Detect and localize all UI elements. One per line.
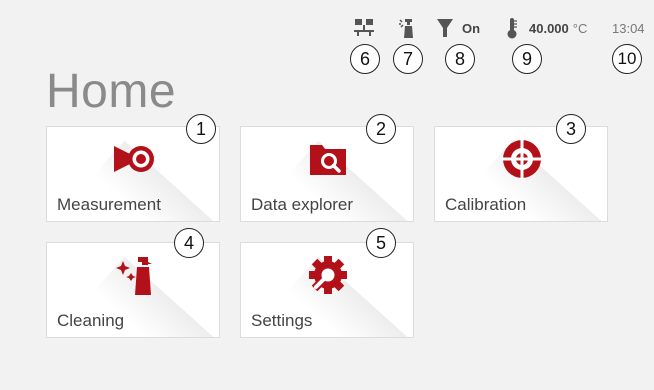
callout-5: 5 (366, 228, 396, 258)
tile-label: Settings (251, 311, 313, 330)
pump-state-text: On (462, 20, 481, 36)
network-icon (354, 19, 374, 36)
cleaning-spray-icon (399, 19, 413, 38)
temperature-status[interactable]: 40.000 °C (505, 16, 587, 40)
callout-6: 6 (350, 44, 380, 74)
data-explorer-icon (310, 145, 346, 175)
tile-label: Data explorer (251, 195, 354, 214)
callout-10: 10 (612, 44, 642, 74)
tile-label: Cleaning (57, 311, 125, 330)
callout-3: 3 (556, 114, 586, 144)
clock: 13:04 (612, 16, 645, 40)
thermometer-icon (507, 18, 517, 39)
network-status[interactable] (353, 16, 375, 40)
tile-settings[interactable]: Settings (240, 242, 414, 338)
temperature-value: 40.000 (529, 20, 569, 36)
status-bar: On 40.000 °C 13:04 (0, 0, 654, 70)
calibration-icon (502, 139, 542, 179)
callout-8: 8 (445, 44, 475, 74)
temperature-unit: °C (572, 20, 588, 36)
callout-7: 7 (393, 44, 423, 74)
callout-1: 1 (186, 114, 216, 144)
callout-9: 9 (512, 44, 542, 74)
clock-text: 13:04 (612, 20, 645, 36)
pump-status[interactable]: On (436, 16, 480, 40)
page-title: Home (46, 65, 177, 118)
callout-2: 2 (366, 114, 396, 144)
measurement-icon (114, 146, 154, 172)
settings-icon (309, 256, 347, 294)
tile-label: Measurement (57, 195, 161, 214)
funnel-icon (437, 19, 453, 37)
tile-calibration[interactable]: Calibration (434, 126, 608, 222)
callout-4: 4 (174, 228, 204, 258)
tile-label: Calibration (445, 195, 527, 214)
cleaning-status[interactable] (397, 16, 417, 40)
cleaning-icon (116, 257, 152, 295)
